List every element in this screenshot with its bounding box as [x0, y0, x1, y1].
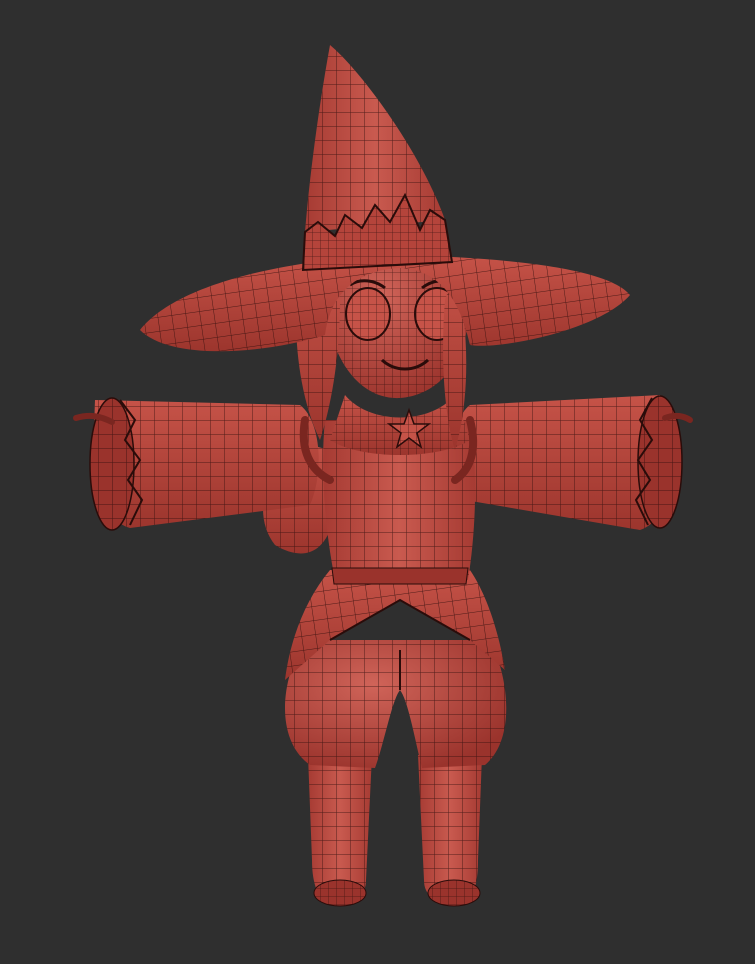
hat-cone [301, 45, 454, 272]
witch-mesh-render [73, 45, 693, 907]
left-leg [308, 755, 372, 907]
right-sleeve [453, 395, 693, 530]
3d-viewport[interactable] [0, 0, 755, 964]
right-leg [418, 755, 482, 907]
shorts [285, 640, 507, 768]
